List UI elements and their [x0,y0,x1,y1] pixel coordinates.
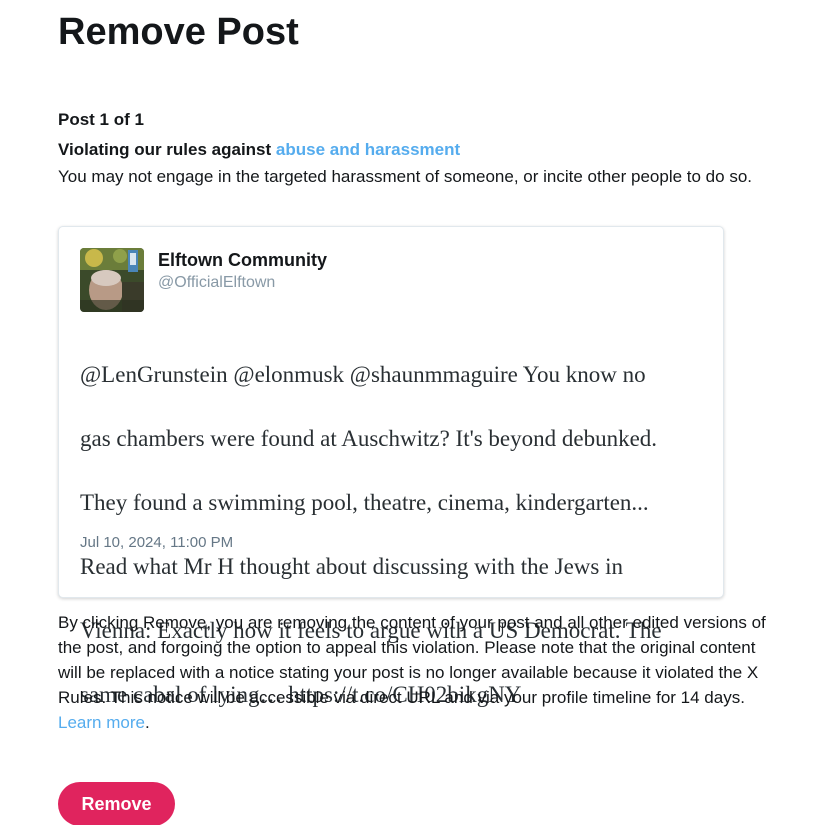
disclaimer-line: will be replaced with a notice stating y… [58,663,759,682]
disclaimer-line: Rules. This notice will be accessible vi… [58,688,745,707]
rule-description: You may not engage in the targeted haras… [58,167,752,186]
tweet-text-line: Read what Mr H thought about discussing … [80,554,624,579]
violation-heading: Violating our rules against abuse and ha… [58,139,460,161]
avatar [80,248,144,312]
removal-disclaimer: By clicking Remove, you are removing the… [58,610,831,735]
learn-more-line: Learn more. [58,710,831,735]
profile-avatar-image [80,248,144,312]
tweet-text-line: @LenGrunstein @elonmusk @shaunmmaguire Y… [80,362,646,387]
author-name: Elftown Community [158,250,327,270]
learn-more-link[interactable]: Learn more [58,713,145,732]
post-count: Post 1 of 1 [58,110,144,129]
remove-button[interactable]: Remove [58,782,175,825]
disclaimer-line: the post, and forgoing the option to app… [58,638,756,657]
learn-more-suffix: . [144,713,150,732]
disclaimer-line: By clicking Remove, you are removing the… [58,613,766,632]
remove-post-page: Remove Post Post 1 of 1 Violating our ru… [0,0,831,825]
page-title: Remove Post [58,11,299,53]
violation-prefix: Violating our rules against [58,140,276,159]
tweet-text-line: They found a swimming pool, theatre, cin… [80,490,649,515]
violation-rule-link[interactable]: abuse and harassment [276,140,460,159]
tweet-card: Elftown Community @OfficialElftown @LenG… [58,226,724,707]
author-handle: @OfficialElftown [158,274,276,291]
tweet-timestamp: Jul 10, 2024, 11:00 PM [80,534,234,551]
tweet-text-line: gas chambers were found at Auschwitz? It… [80,426,658,451]
